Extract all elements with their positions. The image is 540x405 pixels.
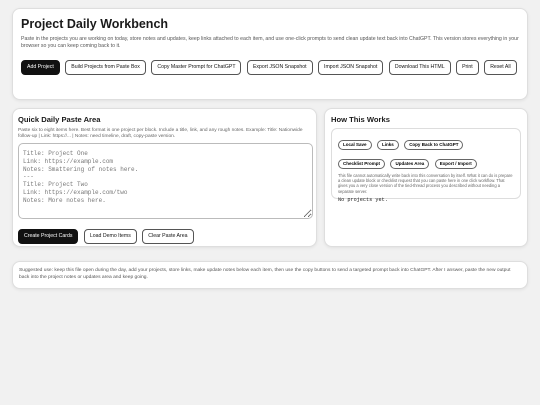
chip-export-import[interactable]: Export / Import: [434, 159, 477, 169]
paste-actions: Create Project Cards Load Demo Items Cle…: [18, 224, 311, 247]
clear-paste-button[interactable]: Clear Paste Area: [142, 229, 194, 244]
chip-updates-area[interactable]: Updates Area: [390, 159, 430, 169]
download-html-button[interactable]: Download This HTML: [388, 60, 451, 75]
print-button[interactable]: Print: [456, 60, 479, 75]
empty-state: No projects yet.: [338, 196, 388, 203]
chip-local-save[interactable]: Local Save: [338, 140, 372, 150]
intro-text: Paste in the projects you are working on…: [21, 36, 519, 49]
copy-master-prompt-button[interactable]: Copy Master Prompt for ChatGPT: [151, 60, 242, 75]
how-panel-title: How This Works: [331, 115, 390, 124]
reset-all-button[interactable]: Reset All: [484, 60, 517, 75]
paste-textarea[interactable]: [18, 143, 313, 219]
add-project-button[interactable]: Add Project: [21, 60, 60, 75]
chip-links[interactable]: Links: [376, 140, 399, 150]
how-inner-box: Local Save Links Copy Back to ChatGPT Ch…: [331, 128, 521, 203]
footer-text: Suggested use: keep this file open durin…: [19, 268, 511, 280]
how-it-works-panel: How This Works Local Save Links Copy Bac…: [324, 108, 528, 247]
chip-checklist-prompt[interactable]: Checklist Prompt: [338, 159, 386, 169]
build-from-paste-button[interactable]: Build Projects from Paste Box: [65, 60, 146, 75]
feature-chips: Local Save Links Copy Back to ChatGPT Ch…: [338, 133, 514, 171]
how-note-text: This file cannot automatically write bac…: [338, 173, 513, 194]
footer-panel: Suggested use: keep this file open durin…: [12, 261, 528, 289]
import-json-button[interactable]: Import JSON Snapshot: [318, 60, 384, 75]
load-demo-button[interactable]: Load Demo Items: [83, 229, 137, 244]
header-panel: Project Daily Workbench Paste in the pro…: [12, 8, 528, 100]
page-title: Project Daily Workbench: [21, 17, 169, 31]
chip-copy-back[interactable]: Copy Back to ChatGPT: [404, 140, 464, 150]
export-json-button[interactable]: Export JSON Snapshot: [246, 60, 313, 75]
paste-panel: Quick Daily Paste Area Paste six to eigh…: [12, 108, 317, 247]
create-cards-button[interactable]: Create Project Cards: [18, 229, 79, 244]
toolbar: Add Project Build Projects from Paste Bo…: [21, 55, 519, 78]
paste-help-text: Paste six to eight items here. Best form…: [18, 128, 303, 139]
paste-panel-title: Quick Daily Paste Area: [18, 115, 101, 124]
